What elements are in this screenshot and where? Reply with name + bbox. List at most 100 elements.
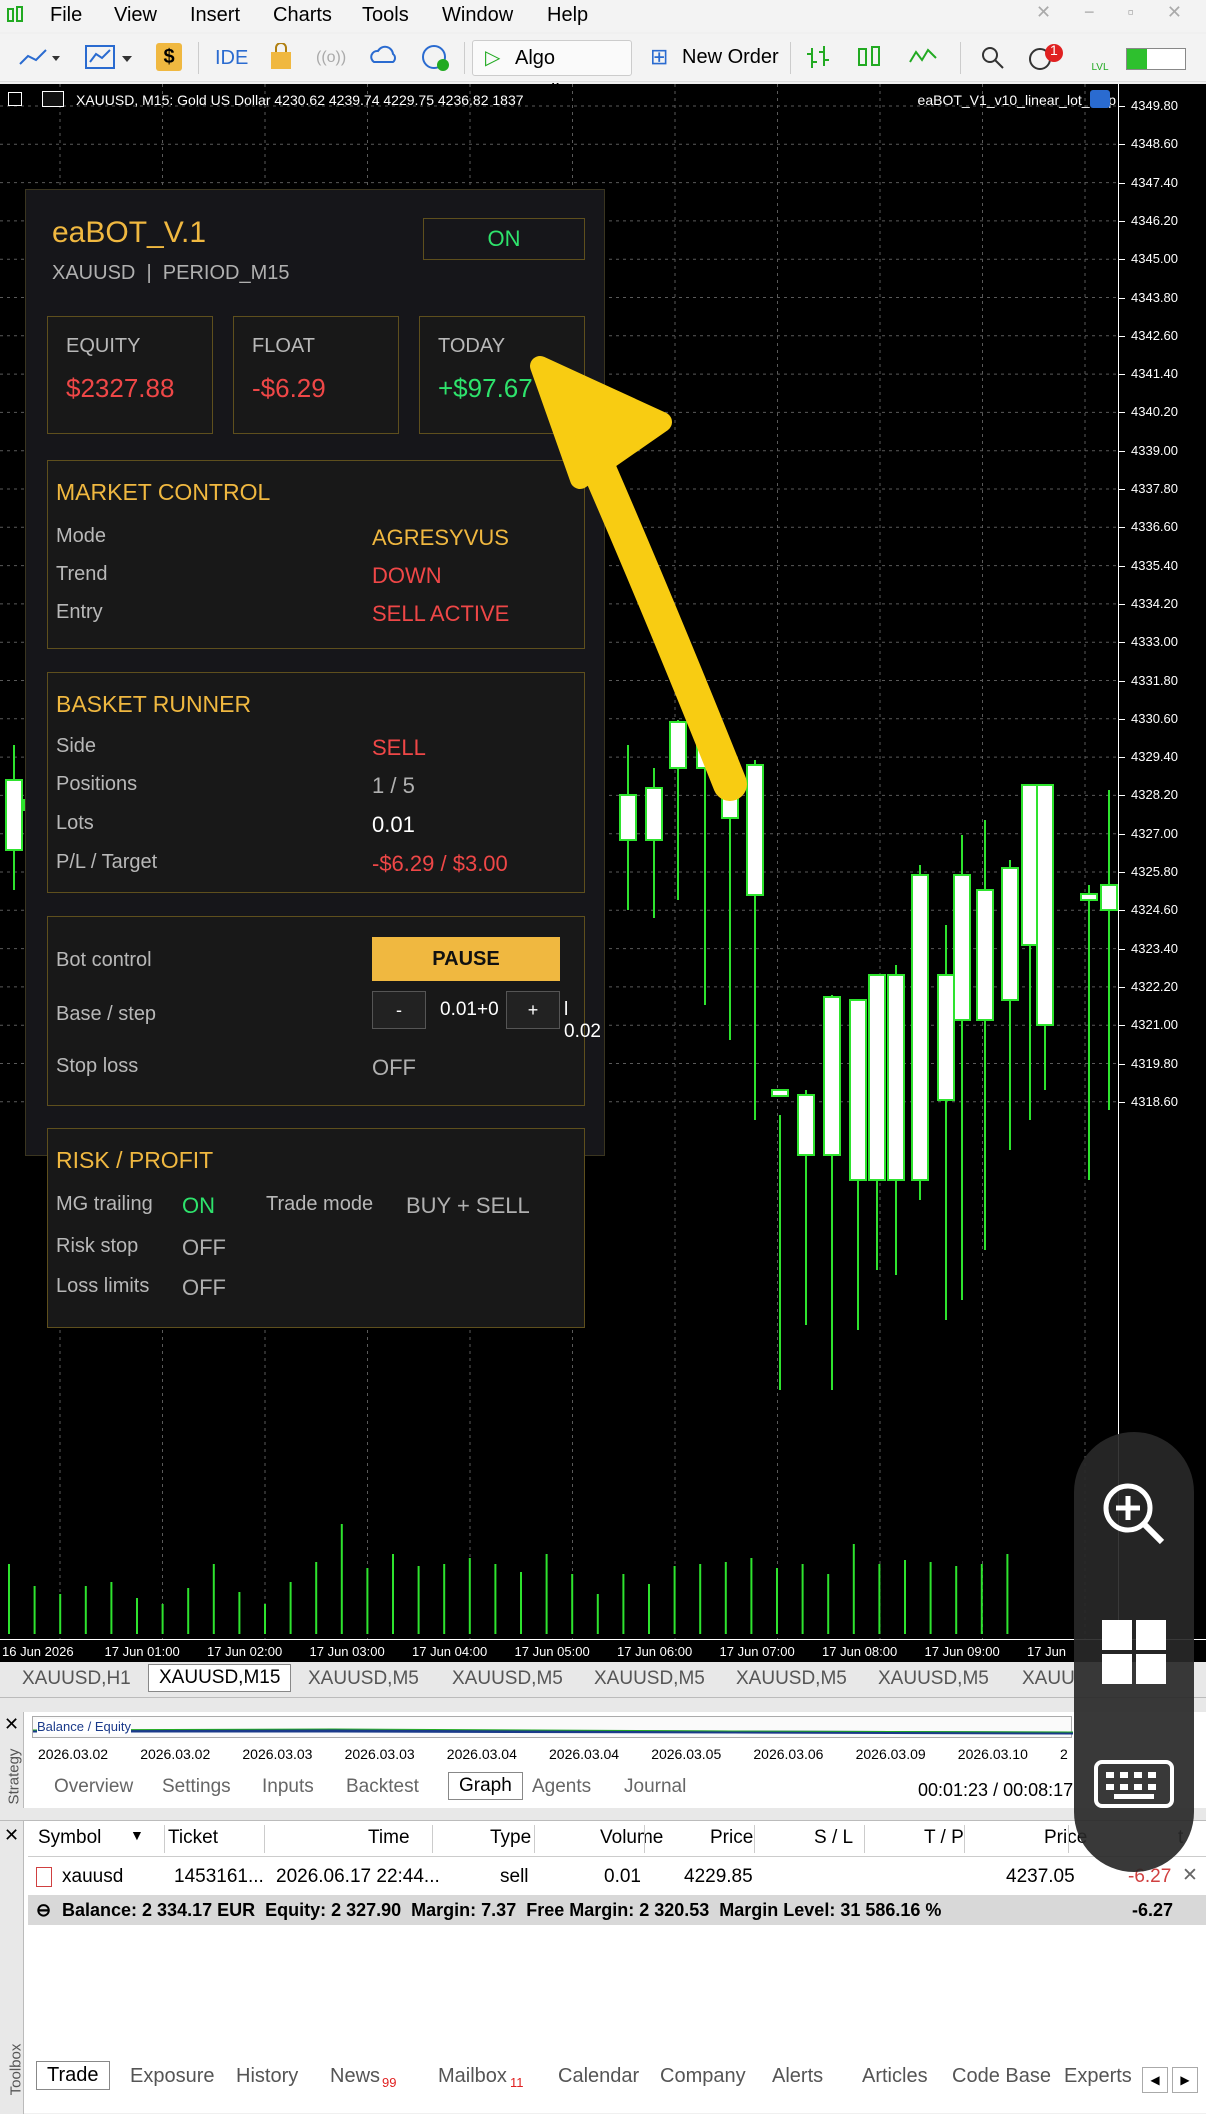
price-label: 4337.80 xyxy=(1131,481,1178,496)
menu-help[interactable]: Help xyxy=(547,4,588,27)
algo-trading-button[interactable]: ▷Algo Trading xyxy=(472,40,632,103)
close-toolbox-icon[interactable]: ✕ xyxy=(4,1825,19,1846)
price-tick xyxy=(1119,1063,1125,1065)
toolbox-tab-code-base[interactable]: Code Base xyxy=(952,2065,1051,2088)
zoom-in-icon[interactable] xyxy=(1098,1478,1168,1548)
play-icon: ▷ xyxy=(485,47,501,69)
column-header[interactable]: T / P xyxy=(924,1827,964,1849)
chart-tab[interactable]: XAUU xyxy=(1022,1668,1075,1690)
tabs-scroll-right[interactable]: ▶ xyxy=(1172,2067,1198,2093)
strategy-tab-backtest[interactable]: Backtest xyxy=(346,1776,419,1798)
ide-button[interactable]: IDE xyxy=(215,42,248,74)
vps-globe-icon[interactable] xyxy=(420,43,452,73)
toolbox-tab-trade[interactable]: Trade xyxy=(36,2061,110,2090)
price-label: 4319.80 xyxy=(1131,1055,1178,1071)
graph-date-label: 2026.03.09 xyxy=(855,1746,926,1762)
chart-tab[interactable]: XAUUSD,M5 xyxy=(452,1668,563,1690)
price-label: 4343.80 xyxy=(1131,289,1178,305)
strategy-tab-agents[interactable]: Agents xyxy=(532,1776,591,1798)
notification-count: 1 xyxy=(1050,42,1058,58)
menu-insert[interactable]: Insert xyxy=(190,4,240,27)
menu-charts[interactable]: Charts xyxy=(273,4,332,27)
toolbox-tab-news[interactable]: News xyxy=(330,2065,380,2088)
price-chart[interactable]: XAUUSD, M15: Gold US Dollar 4230.62 4239… xyxy=(0,84,1206,1662)
row-ticket: 1453161... xyxy=(174,1866,264,1887)
column-header[interactable]: Ticket xyxy=(168,1827,218,1849)
menu-file[interactable]: File xyxy=(50,4,82,27)
sort-chevron-down-icon[interactable]: ▼ xyxy=(130,1827,144,1843)
strategy-tab-journal[interactable]: Journal xyxy=(624,1776,686,1798)
toolbox-tab-articles[interactable]: Articles xyxy=(862,2065,928,2088)
cloud-icon[interactable] xyxy=(368,44,400,70)
column-header[interactable]: Volume xyxy=(600,1827,663,1849)
graph-date-label: 2026.03.03 xyxy=(344,1746,415,1762)
candlestick-icon[interactable] xyxy=(856,43,884,73)
column-divider xyxy=(534,1825,535,1853)
toolbox-tab-company[interactable]: Company xyxy=(660,2065,746,2088)
chart-tab[interactable]: XAUUSD,M5 xyxy=(736,1668,847,1690)
strategy-tab-inputs[interactable]: Inputs xyxy=(262,1776,314,1798)
column-header[interactable]: S / L xyxy=(814,1827,853,1849)
chart-tab[interactable]: XAUUSD,M5 xyxy=(878,1668,989,1690)
row-volume: 0.01 xyxy=(604,1866,641,1887)
line-graph-icon[interactable] xyxy=(908,46,938,68)
search-icon[interactable] xyxy=(980,45,1006,71)
price-tick xyxy=(1119,718,1125,720)
signal-icon[interactable]: ((o)) xyxy=(316,42,346,74)
window-controls[interactable]: ✕ − ▫ ✕ xyxy=(1036,2,1196,23)
dollar-icon[interactable]: $ xyxy=(156,43,182,71)
price-tick xyxy=(1119,948,1125,950)
line-chart-icon[interactable] xyxy=(18,46,62,70)
menu-window[interactable]: Window xyxy=(442,4,513,27)
windows-icon[interactable] xyxy=(1100,1618,1168,1686)
news-count-badge: 99 xyxy=(382,2075,397,2090)
bar-chart-icon[interactable] xyxy=(804,44,834,72)
menu-view[interactable]: View xyxy=(114,4,157,27)
strategy-tab-settings[interactable]: Settings xyxy=(162,1776,231,1798)
price-tick xyxy=(1119,527,1125,529)
price-tick xyxy=(1119,1101,1125,1103)
lvl-icon[interactable]: LVL xyxy=(1090,42,1110,74)
strategy-tab-graph[interactable]: Graph xyxy=(448,1772,523,1800)
toolbox-tab-history[interactable]: History xyxy=(236,2065,298,2088)
time-label: 17 Jun 01:00 xyxy=(104,1644,180,1659)
close-position-icon[interactable]: ✕ xyxy=(1182,1864,1198,1887)
toolbox-tab-mailbox[interactable]: Mailbox xyxy=(438,2065,507,2088)
price-tick xyxy=(1119,450,1125,452)
chart-tab[interactable]: XAUUSD,M5 xyxy=(594,1668,705,1690)
new-order-button[interactable]: ⊞ New Order xyxy=(646,40,779,76)
table-row[interactable]: xauusd 1453161... 2026.06.17 22:44... se… xyxy=(28,1861,1206,1893)
graph-date-label: 2026.03.02 xyxy=(38,1746,109,1762)
strategy-tab-overview[interactable]: Overview xyxy=(54,1776,133,1798)
menu-tools[interactable]: Tools xyxy=(362,4,409,27)
connection-level-bar xyxy=(1126,48,1186,70)
chart-template-icon[interactable] xyxy=(84,42,136,72)
price-label: 4335.40 xyxy=(1131,557,1178,573)
column-header[interactable]: Type xyxy=(490,1827,531,1849)
collapse-icon[interactable]: ⊖ xyxy=(36,1895,51,1925)
strategy-tabs: Overview Settings Inputs Backtest Graph Agent… xyxy=(36,1770,936,1804)
toolbox-tab-alerts[interactable]: Alerts xyxy=(772,2065,823,2088)
chart-tab[interactable]: XAUUSD,M15 xyxy=(148,1664,292,1692)
price-tick xyxy=(1119,182,1125,184)
price-tick xyxy=(1119,986,1125,988)
column-header[interactable]: Price xyxy=(710,1827,753,1849)
column-header[interactable]: Time xyxy=(368,1827,410,1849)
price-label: 4328.20 xyxy=(1131,787,1178,803)
tabs-scroll-left[interactable]: ◀ xyxy=(1142,2067,1168,2093)
chart-tab[interactable]: XAUUSD,M5 xyxy=(308,1668,419,1690)
notifications-icon[interactable] xyxy=(1028,43,1068,73)
column-header[interactable]: Symbol xyxy=(38,1827,101,1849)
time-label: 17 Jun xyxy=(1027,1644,1067,1659)
shopping-bag-icon[interactable] xyxy=(268,43,294,71)
price-label: 4342.60 xyxy=(1131,327,1178,343)
price-tick xyxy=(1119,412,1125,414)
close-strategy-icon[interactable]: ✕ xyxy=(4,1714,19,1735)
keyboard-icon[interactable] xyxy=(1094,1758,1174,1814)
toolbox-tab-calendar[interactable]: Calendar xyxy=(558,2065,639,2088)
price-label: 4321.00 xyxy=(1131,1017,1178,1033)
mail-count-badge: 11 xyxy=(510,2075,524,2090)
toolbox-tab-exposure[interactable]: Exposure xyxy=(130,2065,215,2088)
chart-tab[interactable]: XAUUSD,H1 xyxy=(22,1668,131,1690)
toolbox-tab-experts[interactable]: Experts xyxy=(1064,2065,1132,2088)
